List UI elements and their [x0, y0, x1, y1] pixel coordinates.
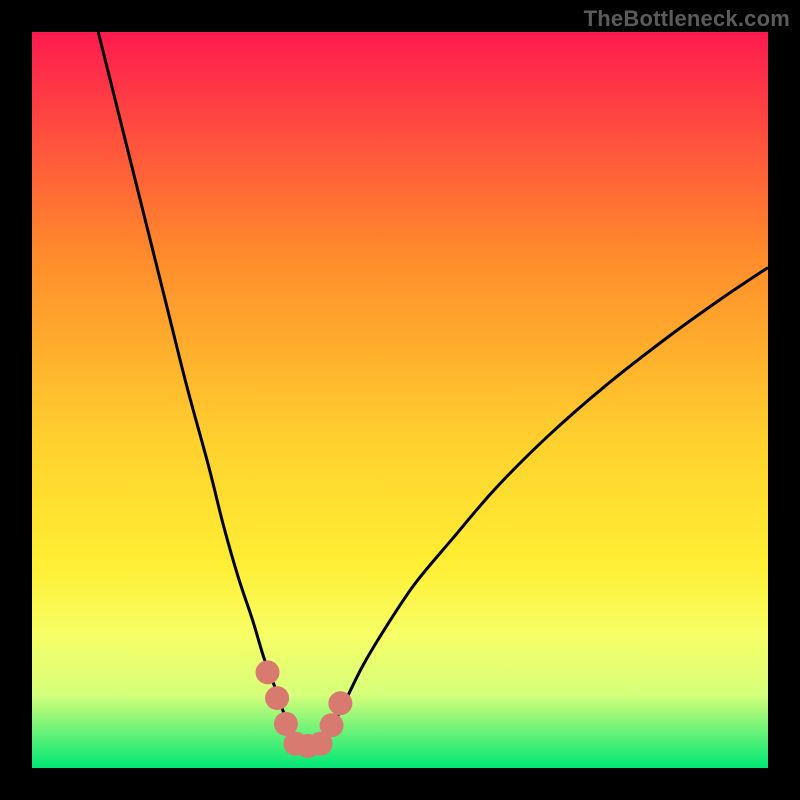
marker-point [320, 713, 344, 737]
plot-background [32, 32, 768, 768]
chart-svg [0, 0, 800, 800]
chart-frame: TheBottleneck.com [0, 0, 800, 800]
watermark-text: TheBottleneck.com [584, 6, 790, 32]
marker-point [328, 691, 352, 715]
marker-point [265, 686, 289, 710]
marker-point [256, 660, 280, 684]
